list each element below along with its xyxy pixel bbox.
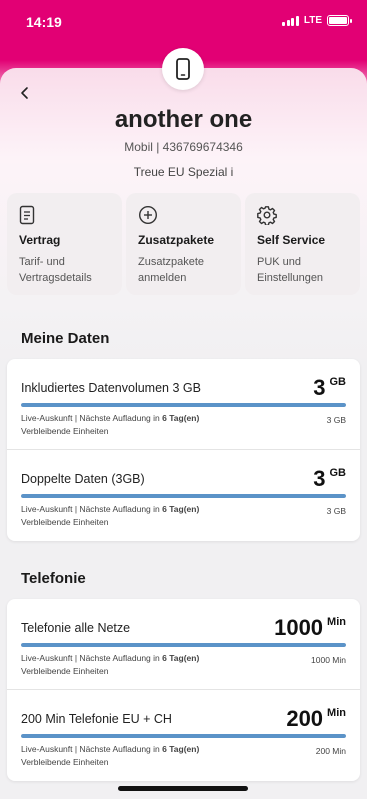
addons-card[interactable]: Zusatzpakete Zusatzpakete anmelden (126, 193, 241, 295)
smartphone-icon (162, 48, 204, 90)
item-unit: Min (327, 616, 346, 628)
item-amount: 3 (313, 466, 326, 491)
live-info: Live-Auskunft | Nächste Aufladung in 6 T… (21, 653, 200, 663)
remaining-label: Verbleibende Einheiten (21, 517, 109, 527)
remaining-label: Verbleibende Einheiten (21, 426, 109, 436)
live-info: Live-Auskunft | Nächste Aufladung in 6 T… (21, 413, 200, 423)
self-service-desc-1: PUK und (257, 256, 302, 268)
usage-bar (21, 643, 346, 647)
list-item[interactable]: Telefonie alle Netze 1000 Min Live-Ausku… (7, 599, 360, 689)
item-total: 3 GB (326, 415, 346, 425)
usage-bar (21, 403, 346, 407)
self-service-desc-2: Einstellungen (257, 272, 324, 284)
line-name: another one (114, 106, 253, 133)
signal-icon (282, 15, 299, 26)
addons-title: Zusatzpakete (138, 233, 215, 247)
battery-icon (327, 15, 352, 26)
self-service-card[interactable]: Self Service PUK und Einstellungen (245, 193, 360, 295)
contract-card[interactable]: Vertrag Tarif- und Vertragsdetails (7, 193, 122, 295)
item-label: Telefonie alle Netze (21, 621, 131, 635)
live-info: Live-Auskunft | Nächste Aufladung in 6 T… (21, 744, 200, 754)
list-item[interactable]: 200 Min Telefonie EU + CH 200 Min Live-A… (7, 689, 360, 779)
phone-section-title: Telefonie (21, 570, 86, 587)
item-value: 1000 Min (274, 615, 346, 641)
addons-desc-2: anmelden (138, 272, 187, 284)
chevron-left-icon (21, 87, 28, 99)
back-button[interactable] (16, 84, 34, 102)
item-label: Doppelte Daten (3GB) (21, 472, 145, 486)
data-section-title: Meine Daten (21, 330, 110, 347)
phone-card: Telefonie alle Netze 1000 Min Live-Ausku… (7, 599, 360, 781)
item-value: 3 GB (313, 466, 346, 492)
item-unit: GB (329, 376, 347, 388)
item-total: 1000 Min (311, 655, 346, 665)
line-number: Mobil | 436769674346 (124, 140, 243, 154)
status-time: 14:19 (26, 14, 62, 30)
self-service-title: Self Service (257, 233, 326, 247)
contract-title: Vertrag (19, 233, 61, 247)
item-unit: GB (329, 467, 347, 479)
item-unit: Min (327, 707, 346, 719)
remaining-label: Verbleibende Einheiten (21, 666, 109, 676)
usage-bar (21, 494, 346, 498)
plus-circle-icon (138, 205, 229, 225)
data-card: Inkludiertes Datenvolumen 3 GB 3 GB Live… (7, 359, 360, 541)
live-info: Live-Auskunft | Nächste Aufladung in 6 T… (21, 504, 200, 514)
addons-desc-1: Zusatzpakete (138, 256, 205, 268)
item-label: 200 Min Telefonie EU + CH (21, 712, 172, 726)
network-type: LTE (303, 15, 322, 26)
home-indicator[interactable] (118, 786, 248, 791)
item-amount: 3 (313, 375, 326, 400)
item-value: 3 GB (313, 375, 346, 401)
contract-desc-2: Vertragsdetails (19, 272, 92, 284)
quick-actions: Vertrag Tarif- und Vertragsdetails Zusat… (7, 193, 360, 295)
item-value: 200 Min (286, 706, 346, 732)
document-icon (19, 205, 110, 225)
gear-icon (257, 205, 348, 226)
status-indicators: LTE (282, 15, 352, 26)
item-total: 3 GB (326, 506, 346, 516)
contract-desc-1: Tarif- und (19, 256, 65, 268)
item-amount: 1000 (274, 615, 324, 640)
tariff-name: Treue EU Spezial i (133, 165, 234, 179)
usage-bar (21, 734, 346, 738)
item-label: Inkludiertes Datenvolumen 3 GB (21, 381, 201, 395)
item-amount: 200 (286, 706, 324, 731)
remaining-label: Verbleibende Einheiten (21, 757, 109, 767)
list-item[interactable]: Doppelte Daten (3GB) 3 GB Live-Auskunft … (7, 449, 360, 539)
list-item[interactable]: Inkludiertes Datenvolumen 3 GB 3 GB Live… (7, 359, 360, 449)
item-total: 200 Min (315, 746, 346, 756)
